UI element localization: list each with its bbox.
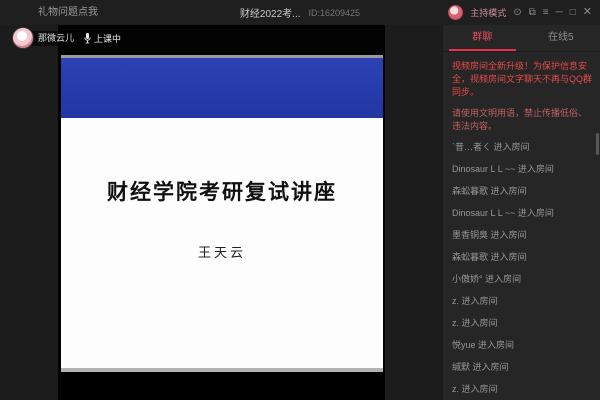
maximize-button[interactable]: □ xyxy=(570,0,576,25)
chat-message: 森蚣暮歌 进入房间 xyxy=(452,252,527,262)
popout-icon[interactable]: ⧉ xyxy=(529,0,536,25)
room-title: 财经2022考... xyxy=(239,9,301,20)
chat-message: Dinosaur L L ~~ 进入房间 xyxy=(452,208,554,218)
minimize-button[interactable]: ─ xyxy=(556,0,563,25)
chat-sidebar: 群聊 在线5 视频房间全新升级！为保护信息安全，视频房间文字聊天不再与QQ群同步… xyxy=(443,25,600,400)
chat-message: 墨香铜臭 进入房间 xyxy=(452,230,527,240)
host-name: 那微云儿 xyxy=(26,30,83,46)
presentation-slide-area: 财经学院考研复试讲座 王天云 xyxy=(61,25,383,400)
room-id: ID:16209425 xyxy=(308,7,361,18)
host-mode-label[interactable]: 主持模式 xyxy=(470,6,506,19)
menu-icon[interactable]: ≡ xyxy=(543,0,549,25)
host-badge[interactable]: 那微云儿 xyxy=(12,27,83,49)
chat-message: z. 进入房间 xyxy=(452,296,498,306)
chat-scrollbar-thumb[interactable] xyxy=(596,133,599,155)
title-bar: 礼物问题点我 财经2022考... ID:16209425 主持模式 ⊙ ⧉ ≡… xyxy=(0,0,600,25)
close-button[interactable]: ✕ xyxy=(583,0,592,25)
chat-message: 悦yue 进入房间 xyxy=(452,340,515,350)
system-announcement: 视频房间全新升级！为保护信息安全，视频房间文字聊天不再与QQ群同步。 xyxy=(452,61,593,97)
chat-message: z. 进入房间 xyxy=(452,318,498,328)
chat-message: 缄默 进入房间 xyxy=(452,362,509,372)
enter-room-messages: `昔…者ㄑ 进入房间 Dinosaur L L ~~ 进入房间 森蚣暮歌 进入房… xyxy=(452,141,594,396)
settings-icon[interactable]: ⊙ xyxy=(513,0,521,25)
tab-group-chat[interactable]: 群聊 xyxy=(443,25,522,51)
tab-online-users[interactable]: 在线5 xyxy=(522,25,600,51)
chat-message: z. 进入房间 xyxy=(452,384,498,394)
chat-message: 小傲娇° 进入房间 xyxy=(452,274,522,284)
gift-help-link[interactable]: 礼物问题点我 xyxy=(38,0,98,25)
slide-body: 财经学院考研复试讲座 王天云 xyxy=(61,118,383,368)
host-avatar[interactable] xyxy=(12,27,34,49)
microphone-icon xyxy=(84,32,91,43)
room-title-group: 财经2022考... ID:16209425 xyxy=(240,0,360,25)
chat-message-list[interactable]: 视频房间全新升级！为保护信息安全，视频房间文字聊天不再与QQ群同步。 请使用文明… xyxy=(443,52,600,400)
chat-message: Dinosaur L L ~~ 进入房间 xyxy=(452,164,554,174)
host-avatar-small[interactable] xyxy=(448,5,464,20)
slide-blue-banner xyxy=(61,58,383,118)
chat-message: 森蚣暮歌 进入房间 xyxy=(452,186,527,196)
slide-letterbox-bar xyxy=(61,372,383,400)
app-window: 礼物问题点我 财经2022考... ID:16209425 主持模式 ⊙ ⧉ ≡… xyxy=(0,0,600,400)
titlebar-controls: 主持模式 ⊙ ⧉ ≡ ─ □ ✕ xyxy=(448,0,592,25)
slide-speaker-name: 王天云 xyxy=(197,246,246,261)
class-status: 上课中 xyxy=(84,30,121,46)
slide-title: 财经学院考研复试讲座 xyxy=(107,179,337,204)
chat-message: `昔…者ㄑ 进入房间 xyxy=(452,142,530,152)
sidebar-tabs: 群聊 在线5 xyxy=(443,25,600,52)
class-status-label: 上课中 xyxy=(94,33,122,44)
screen-share-frame: 财经学院考研复试讲座 王天云 xyxy=(58,25,385,400)
system-notice: 请使用文明用语，禁止传播低俗、违法内容。 xyxy=(452,108,588,131)
video-stage: 财经学院考研复试讲座 王天云 那微云儿 上课中 xyxy=(0,25,443,400)
